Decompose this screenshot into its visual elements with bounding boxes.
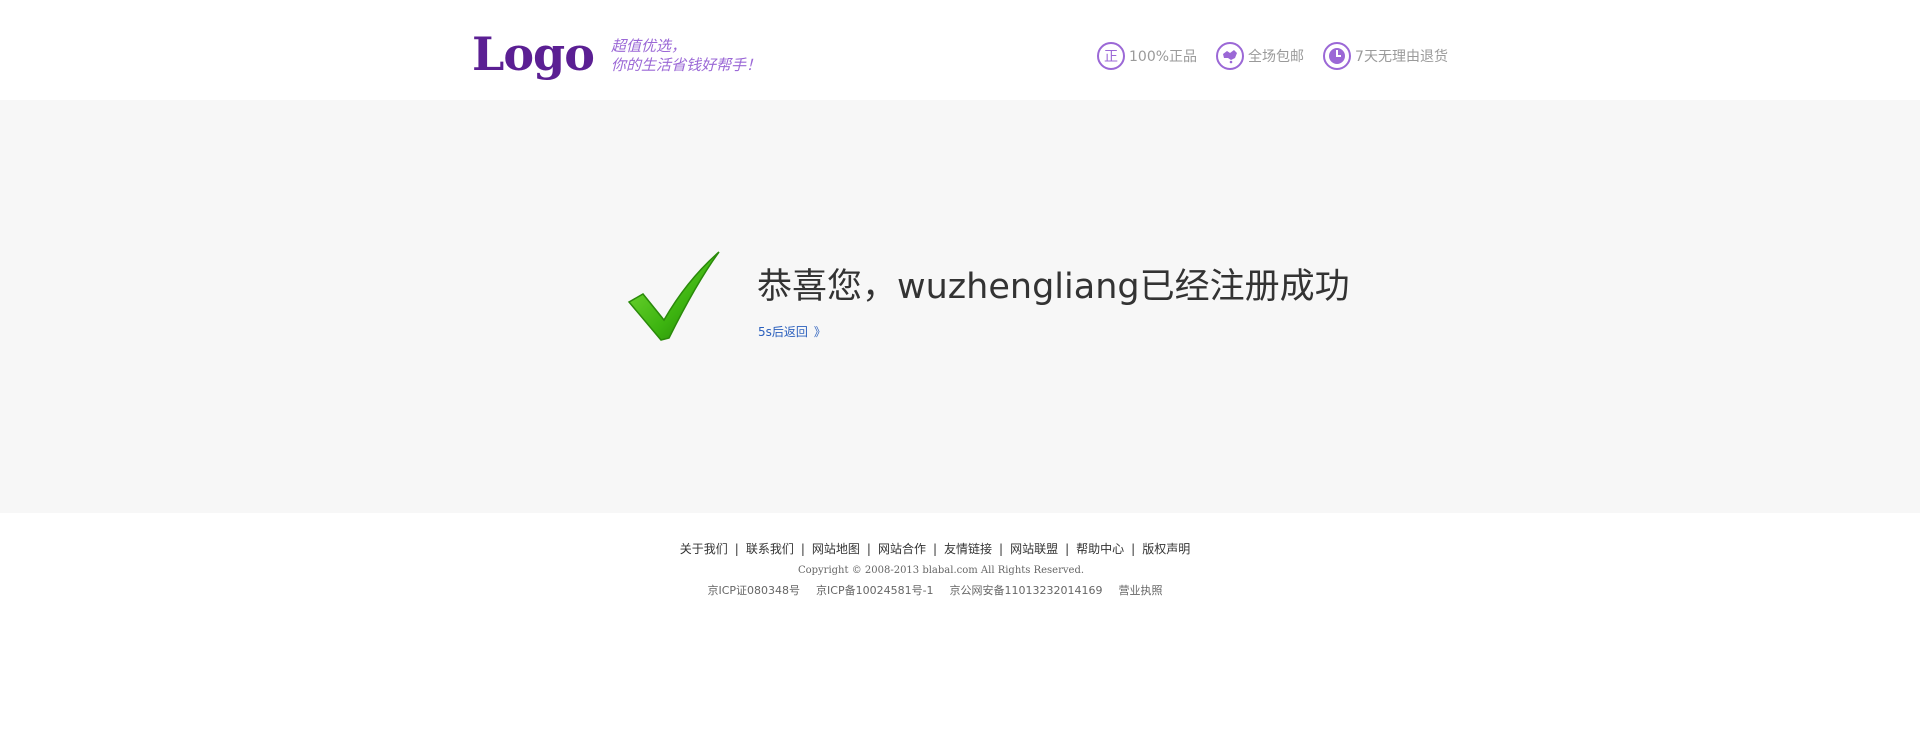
service-features: 正 100%正品 全场包邮 7天无理由退货 bbox=[1096, 41, 1448, 71]
site-footer: 关于我们 | 联系我们 | 网站地图 | 网站合作 | 友情链接 | 网站联盟 | 帮助中心 | 版权声明 … bbox=[0, 513, 1920, 745]
footer-link-contact[interactable]: 联系我们 bbox=[746, 542, 794, 556]
footer-nav: 关于我们 | 联系我们 | 网站地图 | 网站合作 | 友情链接 | 网站联盟 | 帮助中心 | 版权声明 bbox=[0, 540, 1870, 557]
site-logo[interactable]: Logo bbox=[472, 26, 595, 82]
footer-separator: | bbox=[734, 542, 739, 556]
footer-link-cooperation[interactable]: 网站合作 bbox=[878, 542, 926, 556]
feature-return: 7天无理由退货 bbox=[1322, 41, 1448, 71]
icp-license: 京ICP证080348号 bbox=[707, 584, 801, 597]
checkmark-icon bbox=[627, 251, 720, 341]
slogan: 超值优选， 你的生活省钱好帮手！ bbox=[611, 37, 761, 75]
footer-link-about[interactable]: 关于我们 bbox=[680, 542, 728, 556]
map-icon bbox=[1216, 42, 1245, 70]
success-message: 恭喜您，wuzhengliang已经注册成功 bbox=[757, 267, 1350, 307]
icp-record: 京ICP备10024581号-1 bbox=[816, 584, 934, 597]
footer-link-help[interactable]: 帮助中心 bbox=[1076, 542, 1124, 556]
footer-separator: | bbox=[932, 542, 938, 556]
footer-separator: | bbox=[1131, 542, 1136, 556]
site-header: Logo 超值优选， 你的生活省钱好帮手！ 正 100%正品 全场包邮 7天无理… bbox=[0, 0, 1920, 100]
double-arrow-icon: 》 bbox=[813, 325, 826, 339]
footer-link-sitemap[interactable]: 网站地图 bbox=[812, 542, 860, 556]
feature-free-shipping: 全场包邮 bbox=[1215, 41, 1304, 71]
icp-info: 京ICP证080348号 京ICP备10024581号-1 京公网安备1101323… bbox=[0, 582, 1870, 598]
back-countdown-text: 5s后返回 bbox=[758, 325, 808, 339]
footer-separator: | bbox=[999, 542, 1004, 556]
feature-genuine: 正 100%正品 bbox=[1096, 41, 1197, 71]
svg-text:正: 正 bbox=[1104, 49, 1118, 65]
public-security-record: 京公网安备11013232014169 bbox=[949, 584, 1103, 597]
footer-link-alliance[interactable]: 网站联盟 bbox=[1010, 542, 1058, 556]
feature-genuine-label: 100%正品 bbox=[1129, 49, 1198, 65]
genuine-icon: 正 bbox=[1097, 42, 1125, 70]
clock-icon bbox=[1323, 42, 1352, 70]
result-panel: 恭喜您，wuzhengliang已经注册成功 5s后返回》 bbox=[0, 100, 1920, 513]
business-license-link[interactable]: 营业执照 bbox=[1119, 584, 1163, 597]
feature-free-shipping-label: 全场包邮 bbox=[1248, 49, 1305, 65]
back-link[interactable]: 5s后返回》 bbox=[758, 323, 826, 340]
footer-separator: | bbox=[866, 542, 871, 556]
footer-separator: | bbox=[800, 542, 805, 556]
footer-link-copyright[interactable]: 版权声明 bbox=[1142, 542, 1190, 556]
slogan-line-1: 超值优选， bbox=[611, 37, 687, 55]
copyright-text: Copyright © 2008-2013 blabal.com All Rig… bbox=[797, 565, 1085, 576]
feature-return-label: 7天无理由退货 bbox=[1355, 49, 1448, 65]
footer-separator: | bbox=[1065, 542, 1070, 556]
slogan-line-2: 你的生活省钱好帮手！ bbox=[611, 56, 762, 74]
footer-link-friend-links[interactable]: 友情链接 bbox=[944, 542, 992, 556]
